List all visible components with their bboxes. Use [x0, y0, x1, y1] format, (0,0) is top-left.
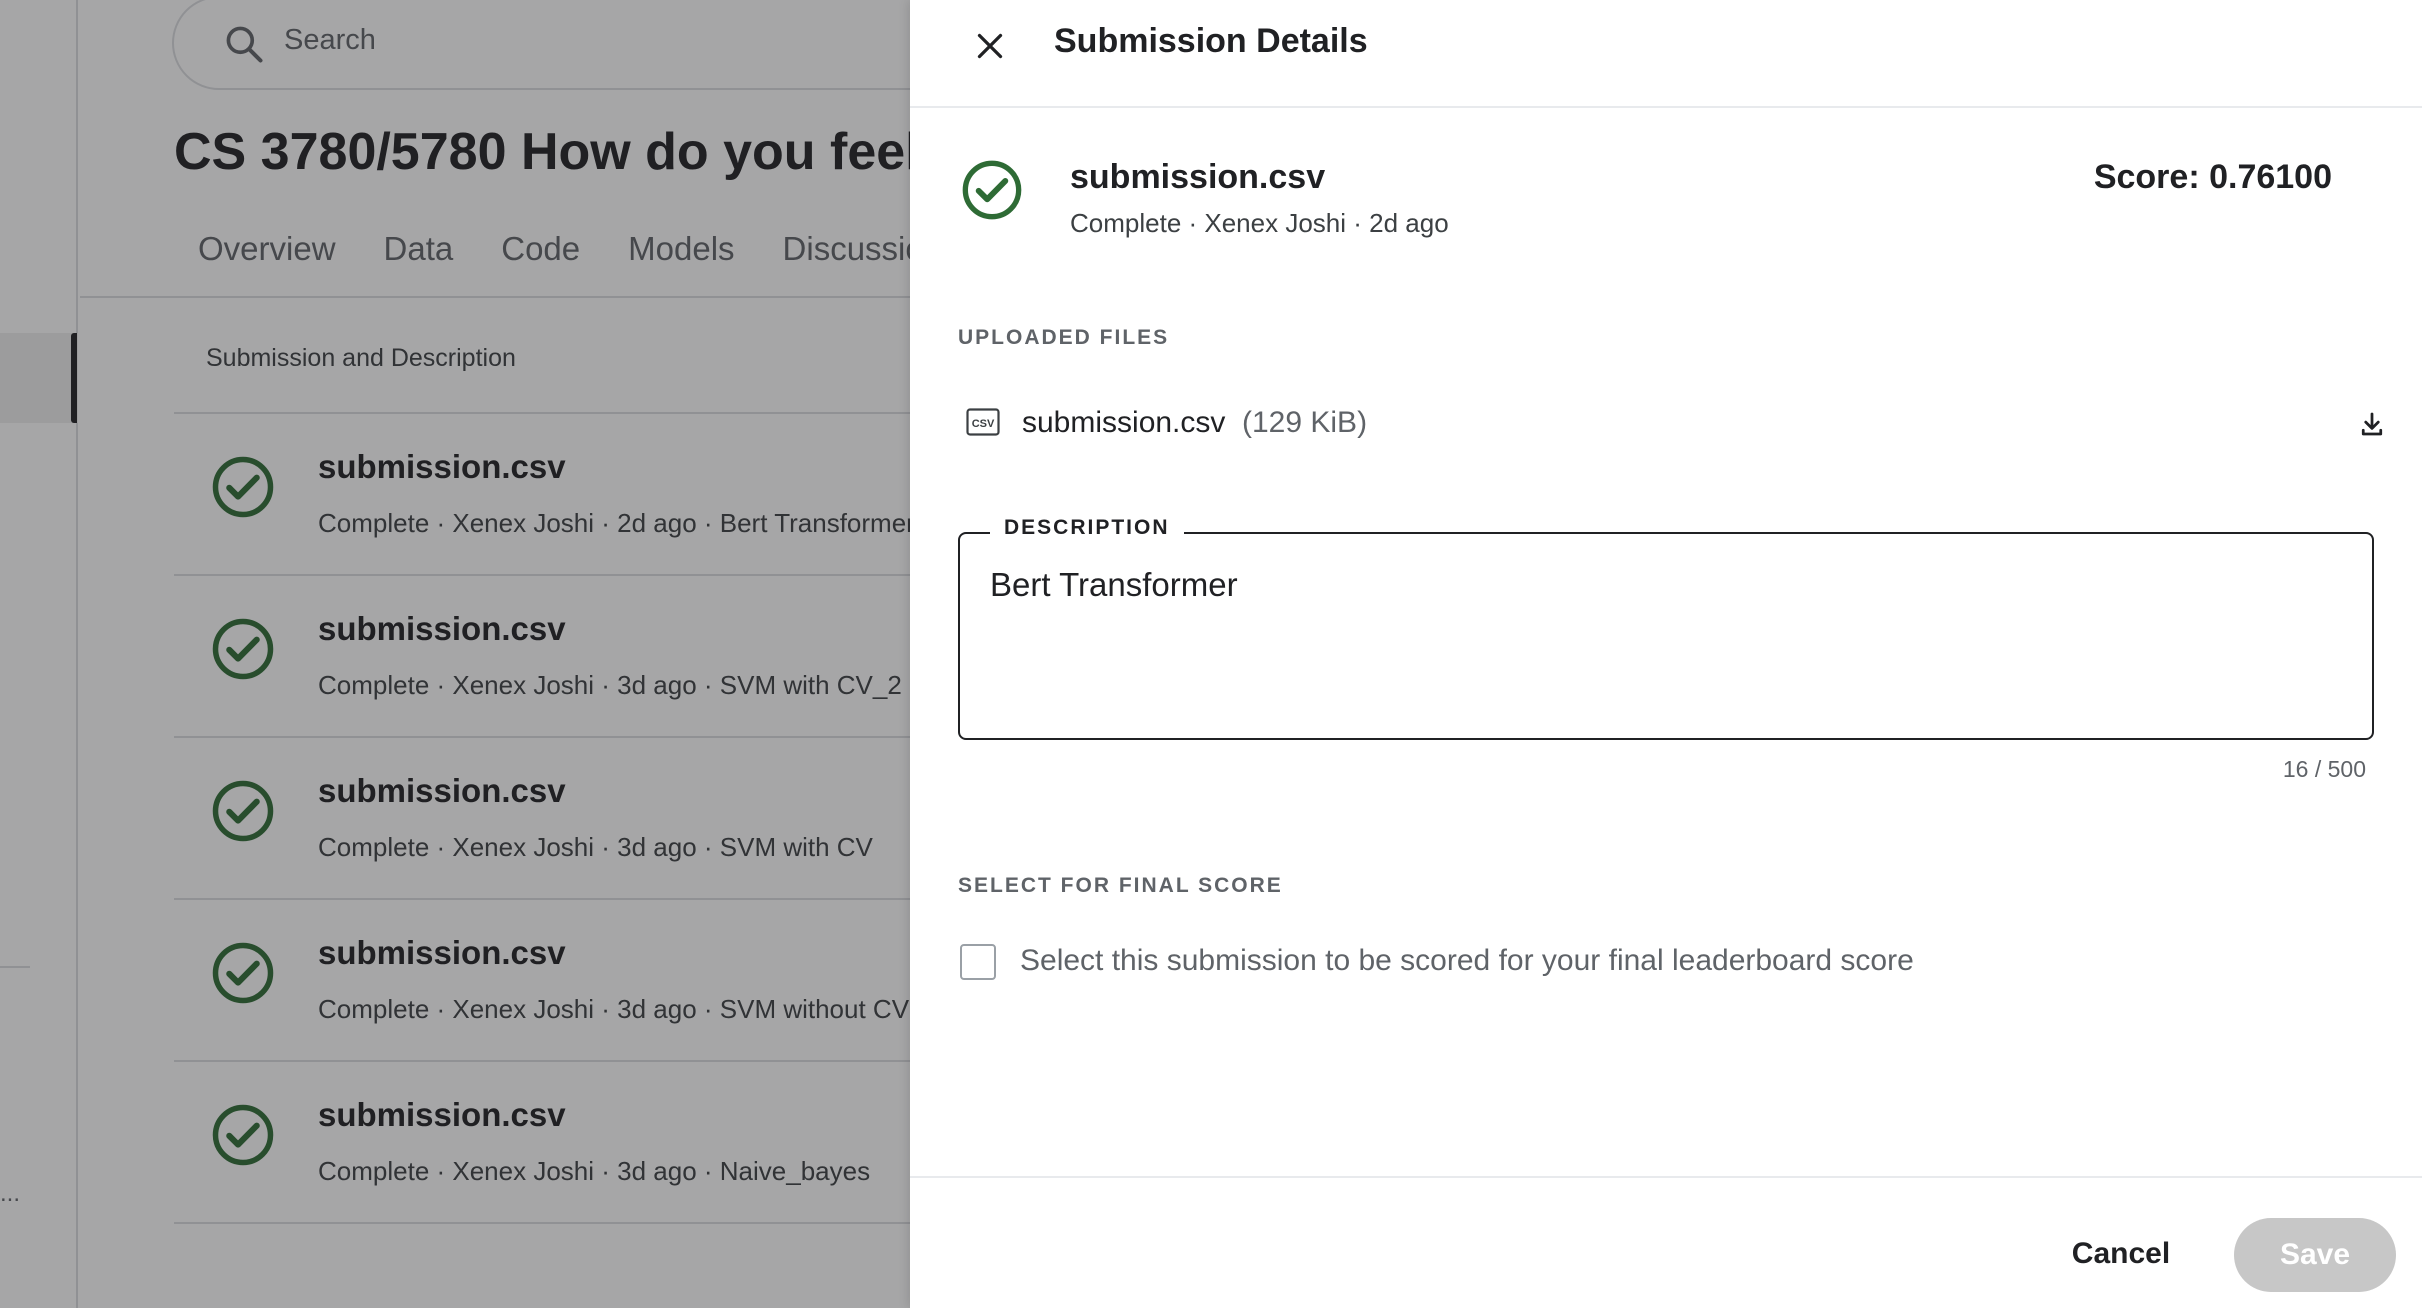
drawer-title: Submission Details — [1054, 22, 1368, 60]
final-score-checkbox[interactable] — [960, 944, 996, 980]
uploaded-file-size: (129 KiB) — [1242, 406, 1368, 439]
check-circle-icon — [962, 160, 1022, 220]
header-divider — [910, 106, 2422, 108]
svg-text:CSV: CSV — [972, 418, 995, 430]
description-char-count: 16 / 500 — [2282, 756, 2366, 782]
final-score-checkbox-label[interactable]: Select this submission to be scored for … — [1020, 944, 1914, 978]
final-score-label: SELECT FOR FINAL SCORE — [958, 874, 1283, 897]
csv-file-icon: CSV — [966, 408, 1000, 436]
save-button[interactable]: Save — [2234, 1218, 2396, 1292]
submission-score: Score: 0.76100 — [2093, 158, 2332, 196]
footer-divider — [910, 1176, 2422, 1178]
cancel-button[interactable]: Cancel — [2040, 1218, 2202, 1290]
close-icon — [977, 33, 1003, 59]
submission-file-name: submission.csv — [1070, 158, 1326, 196]
close-button[interactable] — [962, 18, 1018, 74]
download-button[interactable] — [2352, 404, 2392, 444]
uploaded-files-label: UPLOADED FILES — [958, 326, 1170, 349]
description-label: DESCRIPTION — [990, 516, 1184, 540]
description-value: Bert Transformer — [990, 566, 1238, 603]
download-icon — [2361, 412, 2383, 436]
submission-details-drawer: Submission Details submission.csv Comple… — [910, 0, 2422, 1308]
submission-meta: Complete · Xenex Joshi · 2d ago — [1070, 208, 1449, 238]
description-field[interactable] — [958, 532, 2374, 740]
uploaded-file-name: submission.csv — [1022, 406, 1226, 439]
